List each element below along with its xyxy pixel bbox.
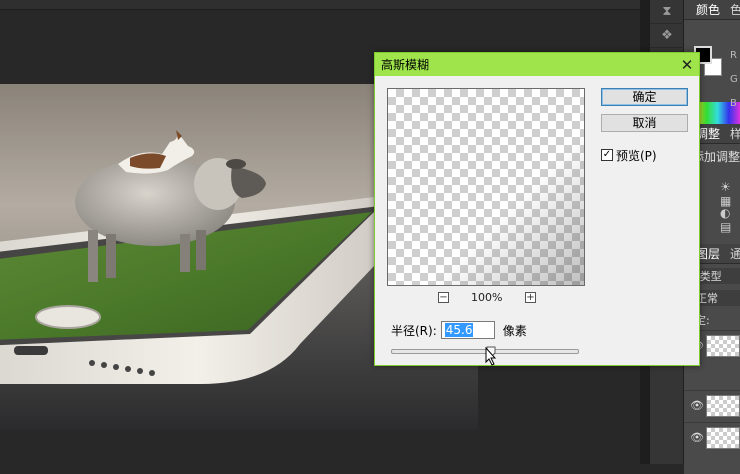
brush-preset-icon[interactable]: ❖ — [650, 24, 684, 48]
tab-color[interactable]: 颜色 — [696, 3, 720, 17]
preview-checkbox[interactable]: ✓ — [601, 149, 613, 161]
color-panel-tabs[interactable]: 颜色色 — [684, 0, 740, 20]
dialog-title: 高斯模糊 — [381, 58, 430, 72]
preview-checkbox-label: 预览(P) — [616, 148, 657, 163]
options-bar — [0, 0, 650, 10]
visibility-eye-icon[interactable]: 👁 — [690, 399, 704, 412]
mouse-cursor-icon — [485, 347, 497, 366]
zoom-in-button[interactable]: + — [525, 292, 536, 303]
layer-row[interactable]: 👁 — [684, 390, 740, 420]
preview-checkbox-row[interactable]: ✓ 预览(P) — [601, 147, 657, 163]
history-icon[interactable]: ⧗ — [650, 0, 684, 24]
radius-row: 半径(R): 45.6 像素 — [391, 320, 527, 340]
layer-thumbnail — [706, 395, 740, 417]
tab-channels[interactable]: 通 — [730, 247, 740, 261]
zoom-out-button[interactable]: − — [438, 292, 449, 303]
rgb-label-b: B — [730, 98, 737, 109]
tab-swatches[interactable]: 色 — [730, 3, 740, 17]
radius-input[interactable]: 45.6 — [440, 321, 495, 339]
rgb-label-r: R — [730, 50, 737, 61]
radius-label: 半径(R): — [391, 323, 437, 338]
dialog-titlebar[interactable]: 高斯模糊 ✕ — [375, 53, 699, 76]
gaussian-blur-dialog: 高斯模糊 ✕ − 100% + 确定 取消 ✓ 预览(P) 半径(R): 45.… — [374, 52, 700, 366]
close-icon[interactable]: ✕ — [675, 54, 699, 76]
zoom-value: 100% — [471, 291, 503, 304]
adjustment-icons-row2[interactable]: ◐ ▤ — [720, 206, 740, 234]
layer-row[interactable]: 👁 — [684, 422, 740, 452]
layer-thumbnail — [706, 335, 740, 357]
rgb-label-g: G — [730, 74, 738, 85]
zoom-controls: − 100% + — [435, 291, 539, 305]
cancel-button[interactable]: 取消 — [601, 114, 688, 132]
layer-kind: 类型 — [699, 270, 722, 283]
adjustment-icons[interactable]: ☀ ▦ — [720, 180, 740, 208]
radius-unit: 像素 — [502, 323, 527, 338]
tab-styles[interactable]: 样 — [730, 127, 740, 141]
visibility-eye-icon[interactable]: 👁 — [690, 431, 704, 444]
layer-thumbnail — [706, 427, 740, 449]
blur-preview[interactable] — [387, 88, 585, 286]
radius-value: 45.6 — [444, 323, 474, 337]
ok-button[interactable]: 确定 — [601, 88, 688, 106]
preview-shading — [388, 89, 584, 285]
